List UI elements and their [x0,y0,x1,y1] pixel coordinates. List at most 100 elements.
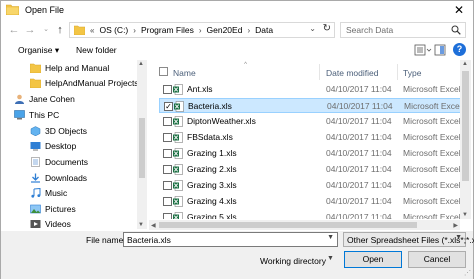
file-type: Microsoft Excel 97... [403,180,465,190]
address-row: ← → ⌄ ↑ « OS (C:) › Program Files › Gen2… [1,20,473,40]
file-name-field[interactable]: Bacteria.xls ▼ [123,232,338,247]
table-row[interactable]: Grazing 4.xls 04/10/2017 11:04 Microsoft E… [159,194,465,209]
address-history-dropdown[interactable]: ⌄ [309,24,316,33]
scrollbar-thumb[interactable] [462,71,469,181]
file-date-modified: 04/10/2017 11:04 [326,84,392,94]
column-divider[interactable] [397,64,398,80]
help-button[interactable]: ? [453,43,466,56]
open-button[interactable]: Open [344,251,402,268]
file-date-modified: 04/10/2017 11:04 [326,212,392,219]
scroll-down-icon[interactable]: ▼ [138,222,144,228]
navigation-scrollbar[interactable]: ▲ ▼ [137,60,147,229]
column-header-date[interactable]: Date modified [326,62,396,82]
dialog-footer: File name: Bacteria.xls ▼ Other Spreadsh… [1,231,474,279]
nav-item-desktop[interactable]: Desktop [30,139,76,152]
table-row[interactable]: FBSdata.xls 04/10/2017 11:04 Microsoft Exc… [159,130,465,145]
scrollbar-thumb[interactable] [139,118,145,178]
nav-item-this-pc[interactable]: This PC [14,108,59,121]
table-row[interactable]: Grazing 1.xls 04/10/2017 11:04 Microsoft E… [159,146,465,161]
folder-icon [30,63,41,73]
nav-item-music[interactable]: Music [30,186,67,199]
cancel-button[interactable]: Cancel [408,251,466,268]
nav-item-jane-cohen[interactable]: Jane Cohen [14,92,75,105]
row-checkbox[interactable] [163,85,172,94]
navigation-pane: Help and Manual HelpAndManual Projects J… [4,60,147,229]
file-name: Bacteria.xls [188,101,232,111]
select-all-checkbox[interactable] [159,67,168,76]
new-folder-button[interactable]: New folder [76,45,117,55]
scroll-up-icon[interactable]: ▲ [462,61,468,67]
recent-locations-button[interactable]: ⌄ [39,22,53,38]
scroll-left-icon[interactable]: ◀ [151,222,156,229]
scroll-right-icon[interactable]: ▶ [453,222,458,229]
scroll-up-icon[interactable]: ▲ [138,61,144,67]
file-type: Microsoft Excel 97... [404,101,465,111]
row-checkbox[interactable] [163,165,172,174]
table-row[interactable]: Grazing 3.xls 04/10/2017 11:04 Microsoft E… [159,178,465,193]
row-checkbox[interactable] [163,181,172,190]
row-checkbox[interactable] [163,197,172,206]
nav-item-3d-objects[interactable]: 3D Objects [30,124,87,137]
chevron-down-icon[interactable]: ▼ [327,234,334,241]
arrow-up-icon: ↑ [57,24,63,36]
working-directory-button[interactable]: Working directory [260,256,326,266]
close-button[interactable]: ✕ [451,2,467,18]
row-checkbox[interactable] [163,149,172,158]
column-divider[interactable] [319,64,320,80]
file-type: Microsoft Excel 97... [403,132,465,142]
resize-grip-icon[interactable]: ⋰ [464,269,471,277]
row-checkbox[interactable] [163,213,172,219]
file-list-scrollbar[interactable]: ▲ ▼ [460,60,471,219]
file-type: Microsoft Excel 97... [403,116,465,126]
address-bar[interactable]: « OS (C:) › Program Files › Gen20Ed › Da… [69,22,335,38]
forward-button[interactable]: → [23,22,37,38]
nav-item-documents[interactable]: Documents [30,155,88,168]
file-name: Ant.xls [187,84,213,94]
refresh-icon[interactable]: ↻ [323,23,331,34]
row-checkbox[interactable] [163,133,172,142]
table-row[interactable]: ✓ Bacteria.xls 04/10/2017 11:04 Microsoft E… [159,98,465,113]
row-checkbox[interactable]: ✓ [164,102,173,111]
excel-file-icon [173,180,183,191]
nav-item-videos[interactable]: Videos [30,217,71,229]
table-row[interactable]: Grazing 2.xls 04/10/2017 11:04 Microsoft E… [159,162,465,177]
table-row[interactable]: Grazing 5.xls 04/10/2017 11:04 Microsoft E… [159,210,465,219]
scrollbar-thumb[interactable] [159,222,417,228]
nav-item-pictures[interactable]: Pictures [30,202,76,215]
help-icon: ? [456,44,463,54]
file-type-select[interactable]: Other Spreadsheet Files (*.xls*;*.xl ▼ [343,232,474,247]
view-options-icon[interactable] [414,44,432,56]
nav-item-label: Help and Manual [45,62,110,73]
organise-button[interactable]: Organise ▾ [18,45,59,56]
file-name-value: Bacteria.xls [127,235,171,245]
nav-item-helpandmanual-projects[interactable]: HelpAndManual Projects [30,76,139,89]
breadcrumb-item-drive[interactable]: OS (C:) [99,25,128,35]
up-button[interactable]: ↑ [53,22,67,38]
file-name: FBSdata.xls [187,132,233,142]
table-row[interactable]: Ant.xls 04/10/2017 11:04 Microsoft Excel 9… [159,82,465,97]
nav-item-help-and-manual[interactable]: Help and Manual [30,61,109,74]
breadcrumb-item-program-files[interactable]: Program Files [141,25,194,35]
breadcrumb-item-gen20ed[interactable]: Gen20Ed [207,25,243,35]
folder-icon [74,25,85,35]
table-row[interactable]: DiptonWeather.xls 04/10/2017 11:04 Microso… [159,114,465,129]
pictures-icon [30,204,41,213]
search-input[interactable]: Search Data [340,22,466,38]
preview-pane-icon[interactable] [434,44,446,56]
back-button[interactable]: ← [7,22,21,38]
computer-icon [14,109,25,119]
column-header-name[interactable]: ^ Name [173,62,318,82]
file-list-horizontal-scrollbar[interactable]: ◀ ▶ [149,220,460,230]
title-bar: Open File ✕ [1,1,473,19]
search-icon [451,25,461,35]
breadcrumb-item-data[interactable]: Data [255,25,273,35]
chevron-right-icon: › [133,25,136,35]
row-checkbox[interactable] [163,117,172,126]
scroll-down-icon[interactable]: ▼ [462,212,468,218]
file-name: Grazing 5.xls [187,212,237,219]
chevron-down-icon[interactable]: ▼ [327,255,334,262]
search-placeholder: Search Data [346,25,394,35]
chevron-down-icon: ⌄ [43,26,49,33]
column-header-type[interactable]: Type [403,62,463,82]
nav-item-downloads[interactable]: Downloads [30,171,87,184]
